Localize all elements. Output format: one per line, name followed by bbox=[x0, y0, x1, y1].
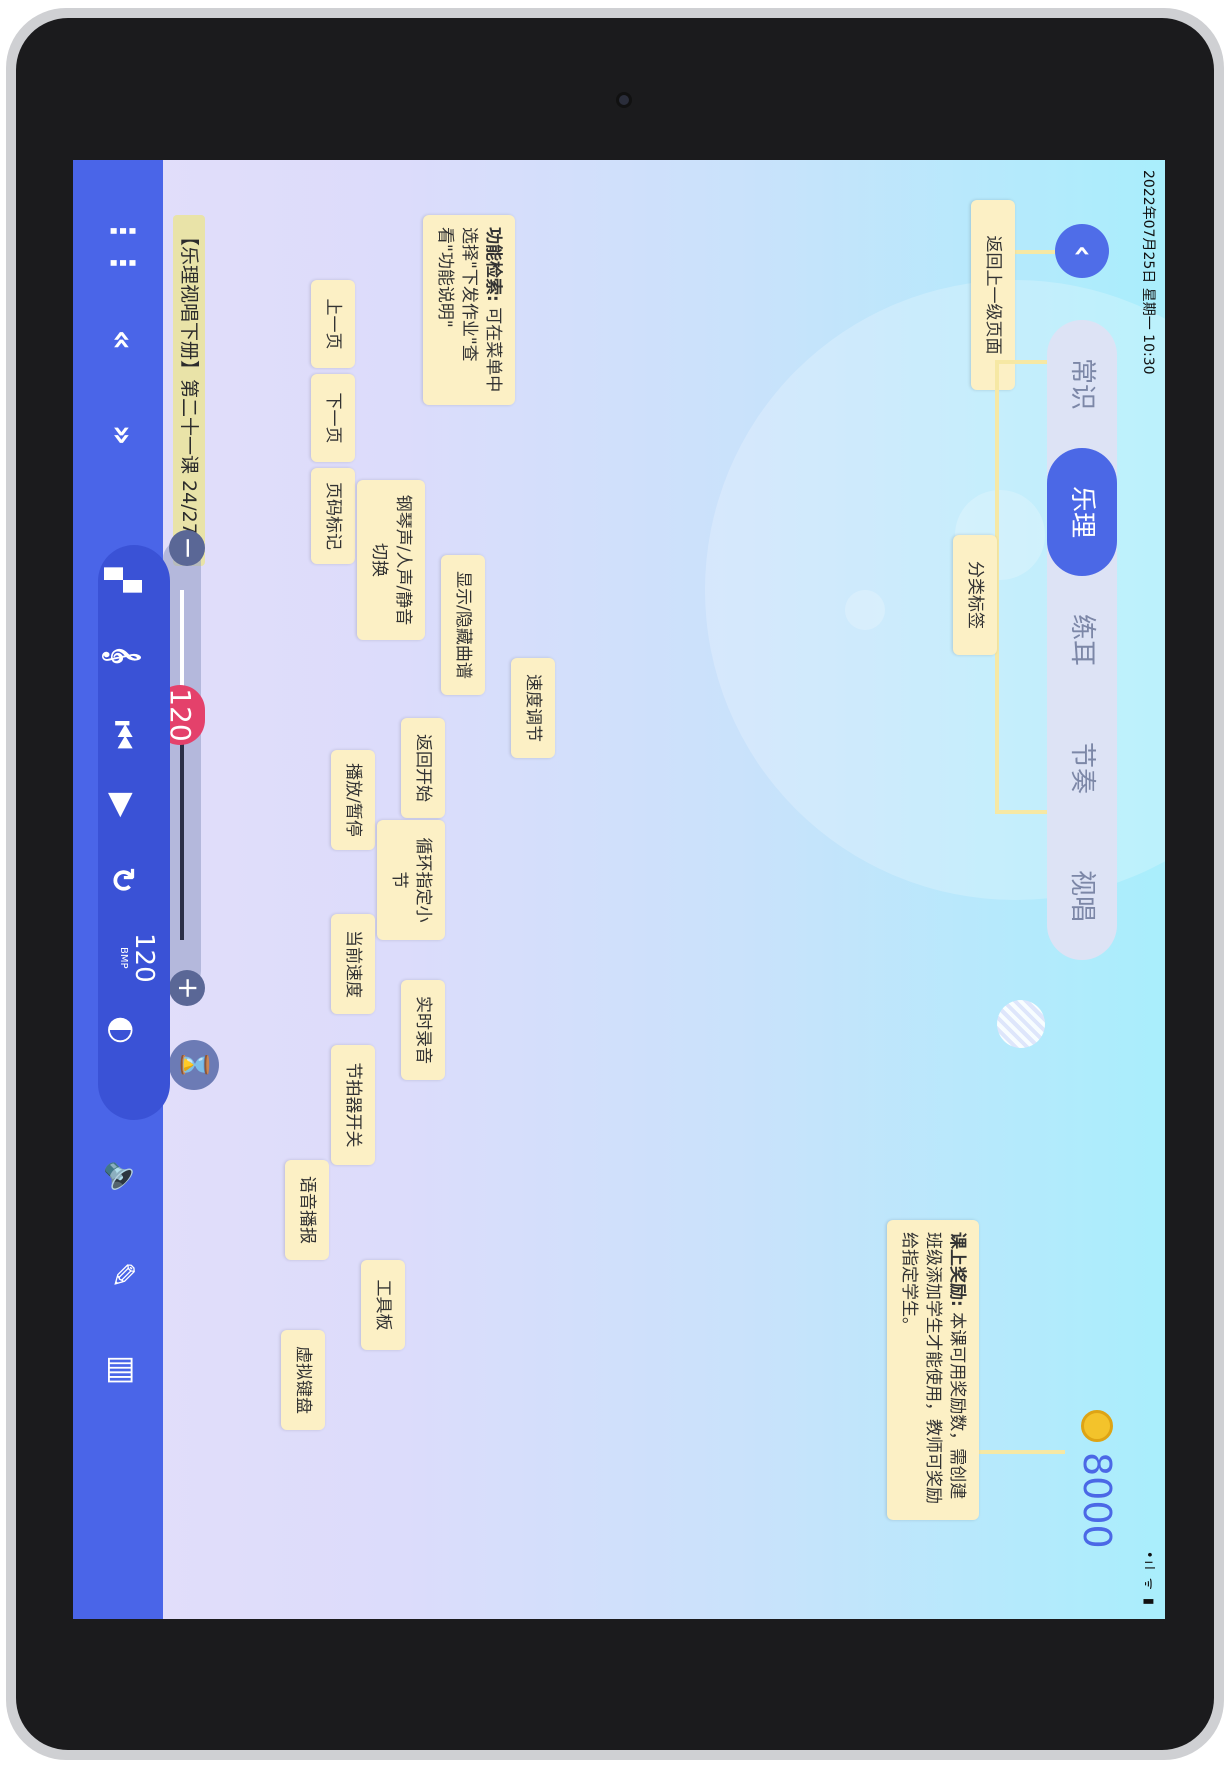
callout-prev: 上一页 bbox=[311, 280, 355, 368]
callout-play-pause: 播放/暂停 bbox=[331, 750, 375, 850]
callout-current-speed: 当前速度 bbox=[331, 914, 375, 1014]
to-start-icon[interactable]: ⏮ bbox=[93, 705, 153, 765]
speed-minus-button[interactable]: − bbox=[169, 530, 205, 566]
toolbox-icon[interactable]: ✎ bbox=[93, 1245, 153, 1305]
callout-tabs: 分类标签 bbox=[953, 535, 997, 655]
reward-counter[interactable]: 8000 bbox=[1075, 1410, 1119, 1549]
callout-line bbox=[1015, 250, 1055, 254]
callout-speed-adjust: 速度调节 bbox=[511, 658, 555, 758]
callout-to-start: 返回开始 bbox=[401, 718, 445, 818]
callout-line bbox=[997, 810, 1047, 814]
signal-icon: •ıl ᯤ ▮ bbox=[1141, 1550, 1156, 1607]
callout-next: 下一页 bbox=[311, 374, 355, 462]
reward-count: 8000 bbox=[1075, 1452, 1119, 1549]
medal-icon bbox=[1081, 1410, 1113, 1442]
callout-reward: 课上奖励: 本课可用奖励数，需创建班级添加学生才能使用，教师可奖励给指定学生。 bbox=[887, 1220, 979, 1520]
current-bpm: 120 BMP bbox=[118, 933, 159, 983]
keyboard-icon[interactable]: ▥ bbox=[93, 1340, 153, 1400]
loop-icon[interactable]: ↻ bbox=[93, 850, 153, 910]
tab-yueli[interactable]: 乐理 bbox=[1047, 448, 1117, 576]
bpm-value: 120 bbox=[129, 933, 159, 983]
camera bbox=[616, 92, 632, 108]
globe-icon bbox=[997, 1000, 1045, 1048]
piano-voice-icon[interactable]: ▞ bbox=[93, 550, 153, 610]
speed-line-filled bbox=[180, 735, 184, 940]
prev-page-icon[interactable]: « bbox=[93, 310, 153, 370]
category-tabs: 常识 乐理 练耳 节奏 视唱 bbox=[1047, 320, 1117, 960]
status-bar: 2022年07月25日 星期一 10:30 •ıl ᯤ ▮ bbox=[1131, 160, 1165, 1619]
bg-bubble bbox=[845, 590, 885, 630]
callout-bookmark: 页码标记 bbox=[311, 468, 355, 564]
callout-metronome: 节拍器开关 bbox=[331, 1045, 375, 1165]
reward-title: 课上奖励: bbox=[947, 1232, 967, 1307]
screen: 2022年07月25日 星期一 10:30 •ıl ᯤ ▮ ‹ 常识 乐理 练耳… bbox=[73, 160, 1165, 1619]
back-button[interactable]: ‹ bbox=[1055, 224, 1109, 278]
callout-record: 实时录音 bbox=[401, 980, 445, 1080]
lesson-title: 【乐理视唱下册】第二十一课 24/27页 bbox=[173, 215, 205, 566]
app-content: 2022年07月25日 星期一 10:30 •ıl ᯤ ▮ ‹ 常识 乐理 练耳… bbox=[73, 160, 1165, 1619]
callout-line bbox=[979, 1450, 1065, 1454]
tab-shichang[interactable]: 视唱 bbox=[1047, 832, 1117, 960]
bpm-unit: BMP bbox=[118, 947, 129, 969]
play-icon[interactable]: ▶ bbox=[93, 775, 153, 835]
tab-changshi[interactable]: 常识 bbox=[1047, 320, 1117, 448]
callout-loop: 循环指定小节 bbox=[377, 820, 445, 940]
tab-jiezou[interactable]: 节奏 bbox=[1047, 704, 1117, 832]
speaker-icon[interactable]: 🔈 bbox=[93, 1150, 153, 1210]
next-page-icon[interactable]: » bbox=[93, 405, 153, 465]
chevron-left-icon: ‹ bbox=[1065, 244, 1100, 258]
menu-title: 功能检索: bbox=[483, 227, 503, 302]
record-icon[interactable]: ◐ bbox=[93, 1000, 153, 1060]
menu-icon[interactable]: ⋮⋮ bbox=[93, 215, 153, 279]
callout-menu: 功能检索: 可在菜单中选择"下发作业"查看"功能说明" bbox=[423, 215, 515, 405]
callout-line bbox=[997, 360, 1047, 364]
metronome-icon[interactable]: ⌛ bbox=[169, 1040, 219, 1090]
speed-plus-button[interactable]: + bbox=[169, 970, 205, 1006]
callout-show-score: 显示/隐藏曲谱 bbox=[441, 555, 485, 695]
tab-lianer[interactable]: 练耳 bbox=[1047, 576, 1117, 704]
callout-voice-report: 语音播报 bbox=[285, 1160, 329, 1260]
callout-keyboard: 虚拟键盘 bbox=[281, 1330, 325, 1430]
callout-voice-switch: 钢琴声/人声/静音切换 bbox=[357, 480, 425, 640]
score-icon[interactable]: 𝄞 bbox=[93, 625, 153, 685]
datetime: 2022年07月25日 星期一 10:30 bbox=[1140, 170, 1156, 375]
callout-toolbox: 工具板 bbox=[361, 1260, 405, 1350]
